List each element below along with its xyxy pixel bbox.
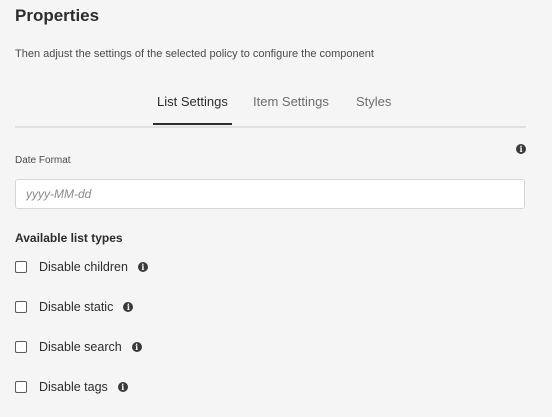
info-icon[interactable]: i bbox=[137, 262, 148, 272]
disable-tags-option: Disable tags i bbox=[15, 379, 128, 395]
tab-bar: List Settings Item Settings Styles bbox=[15, 84, 526, 128]
tab-styles[interactable]: Styles bbox=[356, 94, 391, 109]
checkbox-label: Disable tags bbox=[39, 380, 108, 394]
disable-tags-checkbox[interactable] bbox=[15, 381, 27, 393]
disable-children-checkbox[interactable] bbox=[15, 261, 27, 273]
tab-list-settings[interactable]: List Settings bbox=[153, 94, 232, 125]
disable-search-checkbox[interactable] bbox=[15, 341, 27, 353]
available-list-types-heading: Available list types bbox=[15, 231, 123, 245]
date-format-input[interactable] bbox=[16, 180, 524, 208]
info-icon[interactable]: i bbox=[123, 302, 134, 312]
info-icon[interactable]: i bbox=[117, 382, 128, 392]
checkbox-label: Disable children bbox=[39, 260, 128, 274]
date-format-label: Date Format bbox=[15, 155, 71, 166]
tab-item-settings[interactable]: Item Settings bbox=[253, 94, 329, 109]
disable-static-checkbox[interactable] bbox=[15, 301, 27, 313]
disable-static-option: Disable static i bbox=[15, 299, 134, 315]
page-title: Properties bbox=[15, 6, 100, 25]
checkbox-label: Disable static bbox=[39, 300, 114, 314]
info-icon[interactable]: i bbox=[131, 342, 142, 352]
date-format-field-wrapper bbox=[15, 179, 525, 209]
disable-search-option: Disable search i bbox=[15, 339, 142, 355]
disable-children-option: Disable children i bbox=[15, 259, 148, 275]
page-subtitle: Then adjust the settings of the selected… bbox=[15, 48, 374, 60]
checkbox-label: Disable search bbox=[39, 340, 122, 354]
info-icon[interactable]: i bbox=[516, 144, 526, 154]
